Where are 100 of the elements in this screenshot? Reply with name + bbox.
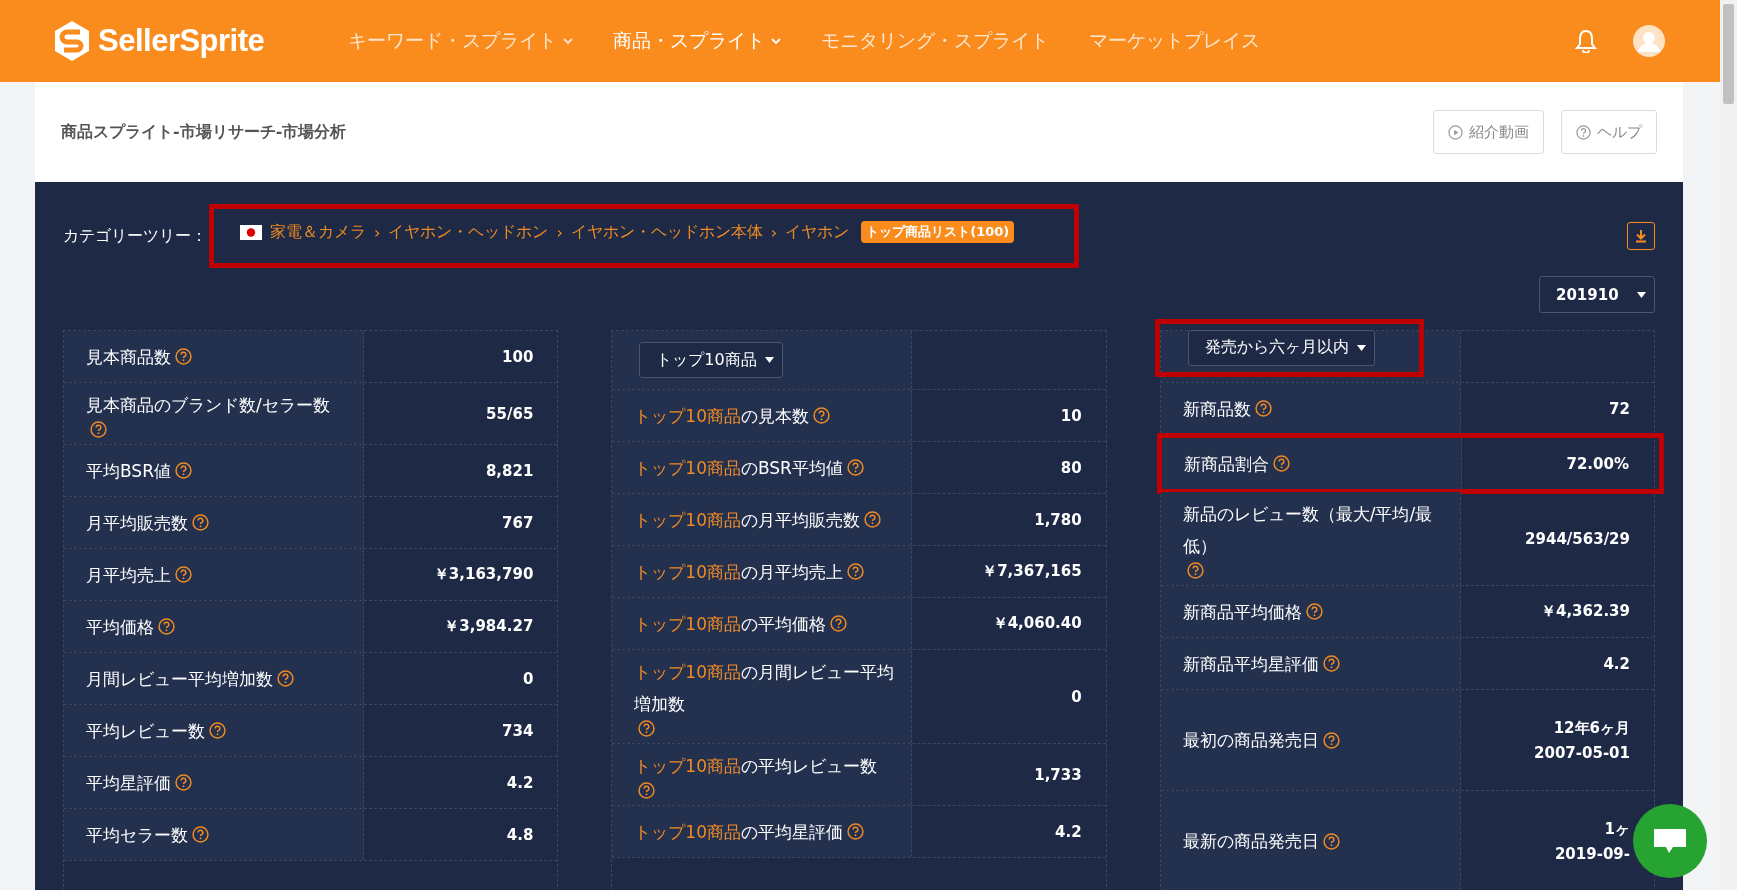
metric-value: ￥7,367,165 (982, 562, 1082, 581)
metric-label: トップ10商品の月平均売上 (634, 560, 843, 584)
help-icon[interactable] (1322, 655, 1340, 672)
help-icon[interactable] (812, 407, 830, 424)
metric-value: 2019-09- (1554, 844, 1630, 863)
metric-label: トップ10商品の月平均販売数 (634, 508, 860, 532)
metric-value: 1ヶ (1604, 819, 1630, 839)
help-icon[interactable] (638, 782, 656, 799)
help-icon[interactable] (192, 514, 209, 531)
help-icon[interactable] (829, 615, 847, 632)
breadcrumb-separator: › (556, 222, 563, 242)
metric-label: トップ10商品の見本数 (634, 404, 809, 428)
metric-value: 2007-05-01 (1534, 743, 1630, 762)
metric-value: ￥3,163,790 (433, 565, 534, 584)
metric-label: 新品のレビュー数（最大/平均/最低） (1182, 503, 1434, 558)
metric-value: 1,733 (1034, 765, 1082, 784)
flag-icon (240, 224, 262, 240)
category-label: カテゴリーツリー： (63, 225, 207, 247)
metric-value: ￥4,060.40 (992, 614, 1082, 633)
metric-label: トップ10商品のBSR平均値 (634, 456, 843, 480)
header-button[interactable]: 紹介動画 (1433, 110, 1544, 154)
caret-icon (1356, 344, 1366, 351)
help-icon[interactable] (1322, 832, 1340, 850)
breadcrumb-link[interactable]: イヤホン (785, 221, 850, 243)
help-icon[interactable] (1186, 562, 1204, 579)
help-icon[interactable] (1305, 603, 1323, 620)
metric-value: 12年6ヶ月 (1553, 718, 1630, 738)
caret-icon (563, 37, 573, 45)
metric-label: トップ10商品の平均価格 (634, 612, 826, 636)
metric-value: 4.2 (506, 773, 534, 792)
help-icon (1576, 124, 1591, 140)
help-icon[interactable] (1272, 455, 1290, 472)
metric-label: 平均セラー数 (86, 823, 188, 847)
metric-label: 新商品平均価格 (1182, 600, 1302, 624)
breadcrumb-link[interactable]: 家電＆カメラ (270, 221, 366, 243)
help-icon[interactable] (863, 511, 881, 528)
metric-label: 平均レビュー数 (86, 719, 205, 743)
metric-value: 767 (502, 513, 534, 532)
help-icon[interactable] (90, 421, 107, 438)
metric-label: 新商品割合 (1183, 452, 1269, 476)
breadcrumb-link[interactable]: イヤホン・ヘッドホン (388, 221, 549, 243)
metric-label: 最新の商品発売日 (1182, 830, 1319, 853)
metric-value: 734 (502, 721, 534, 740)
metric-value: 4.2 (1603, 654, 1630, 673)
help-icon[interactable] (175, 774, 192, 791)
metric-label: トップ10商品の平均星評価 (634, 820, 843, 844)
help-icon[interactable] (846, 563, 864, 580)
help-icon[interactable] (175, 348, 192, 365)
page-title: 商品スプライト-市場リサーチ-市場分析 (61, 121, 347, 143)
month-select[interactable]: 201910 (1539, 276, 1655, 313)
metric-value: ￥4,362.39 (1540, 602, 1630, 621)
metric-value: 72.00% (1566, 454, 1629, 473)
caret-icon (764, 357, 774, 363)
play-icon (1448, 124, 1463, 140)
metric-value: 100 (502, 347, 534, 366)
filter-select[interactable]: 発売から六ヶ月以内 (1187, 329, 1375, 366)
metric-value: 55/65 (486, 404, 534, 423)
metric-value: 4.8 (506, 825, 534, 844)
help-icon[interactable] (192, 826, 209, 843)
metric-label: トップ10商品の平均レビュー数 (634, 755, 877, 778)
metric-label: 見本商品のブランド数/セラー数 (86, 394, 330, 417)
filter-select[interactable]: トップ10商品 (639, 342, 783, 378)
metric-value: 0 (522, 669, 534, 688)
metric-value: 1,780 (1034, 510, 1082, 529)
help-icon[interactable] (277, 670, 294, 687)
metric-label: 平均BSR値 (86, 459, 171, 483)
help-icon[interactable] (638, 720, 656, 737)
metric-label: 月間レビュー平均増加数 (86, 667, 273, 691)
download-button[interactable] (1627, 222, 1655, 250)
metric-value: 4.2 (1055, 822, 1082, 841)
caret-icon (771, 37, 781, 45)
help-icon[interactable] (1254, 400, 1272, 417)
logo-text: SellerSprite (98, 23, 265, 59)
metric-label: トップ10商品の月間レビュー平均増加数 (634, 661, 895, 716)
metric-label: 月平均販売数 (86, 511, 188, 535)
metric-label: 新商品平均星評価 (1182, 652, 1319, 676)
metric-value: 72 (1609, 399, 1630, 418)
metric-value: 8,821 (485, 461, 534, 480)
metric-label: 月平均売上 (86, 563, 171, 587)
metric-value: 80 (1060, 458, 1082, 477)
metric-label: 見本商品数 (86, 345, 171, 369)
metric-value: 2944/563/29 (1525, 529, 1630, 548)
breadcrumb-separator: › (770, 222, 778, 242)
metric-label: 平均価格 (86, 615, 154, 639)
logo-icon (52, 19, 92, 63)
help-icon[interactable] (209, 722, 226, 739)
metric-value: ￥3,984.27 (444, 617, 534, 636)
header-button[interactable]: ヘルプ (1561, 110, 1657, 154)
help-icon[interactable] (174, 462, 192, 479)
help-icon[interactable] (175, 566, 192, 583)
scrollbar[interactable] (1720, 0, 1737, 890)
help-icon[interactable] (846, 459, 864, 476)
metric-value: 10 (1060, 406, 1082, 425)
metric-value: 0 (1071, 687, 1082, 706)
metric-label: 最初の商品発売日 (1182, 729, 1319, 752)
breadcrumb-link[interactable]: イヤホン・ヘッドホン本体 (570, 221, 763, 243)
help-icon[interactable] (1322, 731, 1340, 749)
download-icon (1633, 228, 1649, 244)
help-icon[interactable] (846, 823, 864, 840)
help-icon[interactable] (158, 618, 175, 635)
